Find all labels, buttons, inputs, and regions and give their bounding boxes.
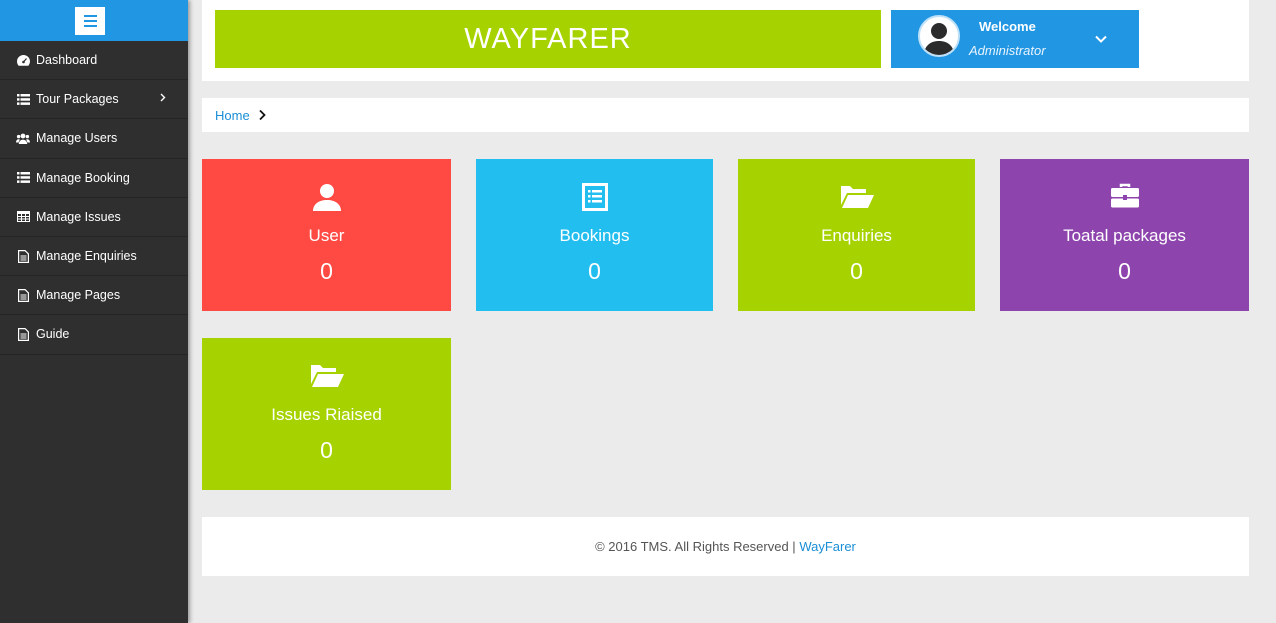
sidebar-item-manage-issues[interactable]: Manage Issues [0,198,188,237]
dashboard-icon [16,53,30,67]
stat-label: User [308,226,345,245]
avatar [918,15,960,57]
user-icon [202,183,451,215]
chevron-down-icon [1093,31,1109,47]
footer-link[interactable]: WayFarer [799,539,856,554]
sidebar-item-label: Manage Users [36,131,118,146]
sidebar-item-guide[interactable]: Guide [0,315,188,355]
stat-value: 0 [320,258,333,284]
sidebar-item-manage-users[interactable]: Manage Users [0,119,188,159]
breadcrumb-home-link[interactable]: Home [215,108,250,123]
file-icon [16,288,30,302]
footer-copyright: © 2016 TMS. All Rights Reserved | [595,539,800,554]
footer: © 2016 TMS. All Rights Reserved | WayFar… [202,517,1249,576]
stat-label: Enquiries [821,226,892,245]
sidebar-item-label: Dashboard [36,53,98,68]
stat-card-total-packages[interactable]: Toatal packages 0 [1000,159,1249,311]
file-icon [16,327,30,341]
chevron-right-icon [258,108,270,122]
stat-value: 0 [1118,258,1131,284]
brand-title: WAYFARER [215,10,881,68]
sidebar-item-manage-booking[interactable]: Manage Booking [0,159,188,198]
breadcrumb: Home [202,98,1249,132]
sidebar-item-label: Tour Packages [36,92,119,107]
menu-toggle-button[interactable] [75,6,105,35]
stat-value: 0 [320,437,333,463]
list-box-icon [476,183,713,215]
stat-card-users[interactable]: User 0 [202,159,451,311]
user-profile-dropdown[interactable]: Welcome Administrator [891,10,1139,68]
sidebar-item-label: Guide [36,327,70,342]
stat-value: 0 [588,258,601,284]
sidebar-header [0,0,188,41]
stat-card-bookings[interactable]: Bookings 0 [476,159,713,311]
stat-label: Bookings [559,226,630,245]
sidebar-item-label: Manage Issues [36,209,121,224]
sidebar-item-manage-pages[interactable]: Manage Pages [0,276,188,316]
sidebar-item-label: Manage Booking [36,170,130,185]
user-role: Administrator [969,43,1046,58]
stat-card-enquiries[interactable]: Enquiries 0 [738,159,975,311]
chevron-right-icon [160,91,166,105]
briefcase-icon [1000,183,1249,215]
folder-open-icon [202,362,451,394]
sidebar: Dashboard Tour Packages Manage Users Man… [0,0,188,623]
top-header: WAYFARER Welcome Administrator [202,0,1249,81]
list-icon [16,171,30,185]
stat-label: Toatal packages [1063,226,1186,245]
hamburger-icon [83,14,97,17]
file-icon [16,249,30,263]
stat-card-issues-raised[interactable]: Issues Riaised 0 [202,338,451,490]
stat-value: 0 [850,258,863,284]
hamburger-icon [83,24,97,27]
table-icon [16,210,30,224]
welcome-text: Welcome [979,19,1036,34]
list-icon [16,92,30,106]
users-icon [16,131,30,145]
sidebar-item-dashboard[interactable]: Dashboard [0,41,188,81]
sidebar-nav: Dashboard Tour Packages Manage Users Man… [0,41,188,355]
hamburger-icon [83,19,97,22]
folder-open-icon [738,183,975,215]
sidebar-item-label: Manage Pages [36,288,121,303]
sidebar-item-label: Manage Enquiries [36,249,137,264]
sidebar-item-tour-packages[interactable]: Tour Packages [0,80,188,120]
stat-label: Issues Riaised [271,405,382,424]
sidebar-item-manage-enquiries[interactable]: Manage Enquiries [0,237,188,277]
